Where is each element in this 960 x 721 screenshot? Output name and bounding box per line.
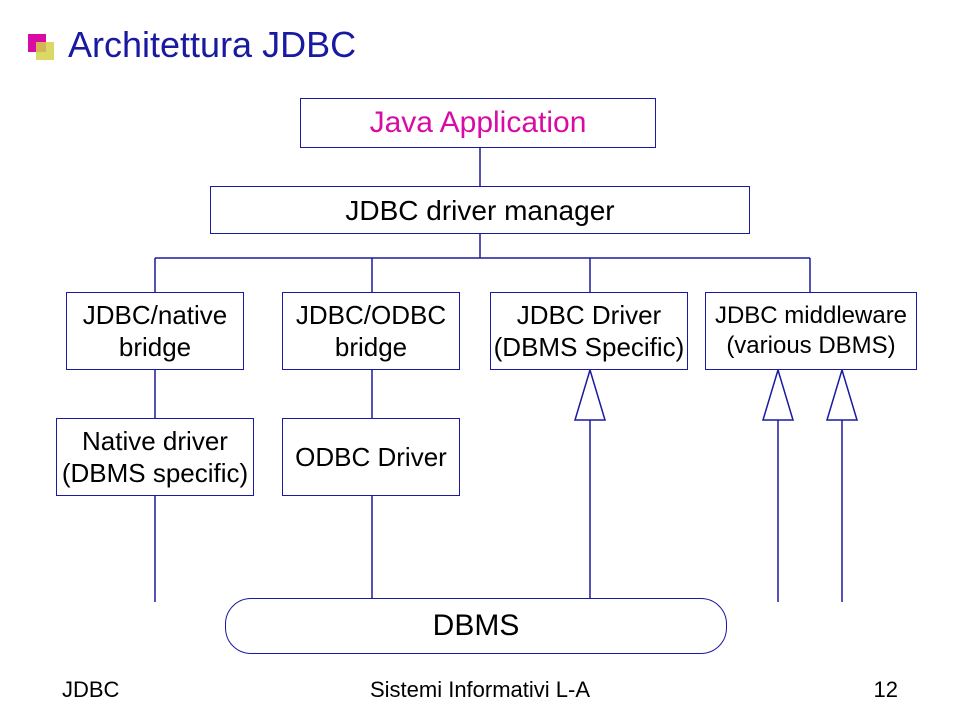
slide-bullet-icon [28,34,54,60]
footer-center: Sistemi Informativi L-A [0,677,960,703]
footer-page-number: 12 [874,677,898,703]
box-native-driver: Native driver(DBMS specific) [56,418,254,496]
slide-title: Architettura JDBC [68,24,356,66]
box-jdbc-driver: JDBC Driver(DBMS Specific) [490,292,688,370]
box-jdbc-odbc-bridge: JDBC/ODBCbridge [282,292,460,370]
box-jdbc-middleware: JDBC middleware(various DBMS) [705,292,917,370]
box-dbms: DBMS [225,598,727,654]
box-odbc-driver: ODBC Driver [282,418,460,496]
slide-footer: JDBC Sistemi Informativi L-A 12 [0,677,960,707]
box-driver-manager: JDBC driver manager [210,186,750,234]
box-java-application: Java Application [300,98,656,148]
box-jdbc-native-bridge: JDBC/nativebridge [66,292,244,370]
